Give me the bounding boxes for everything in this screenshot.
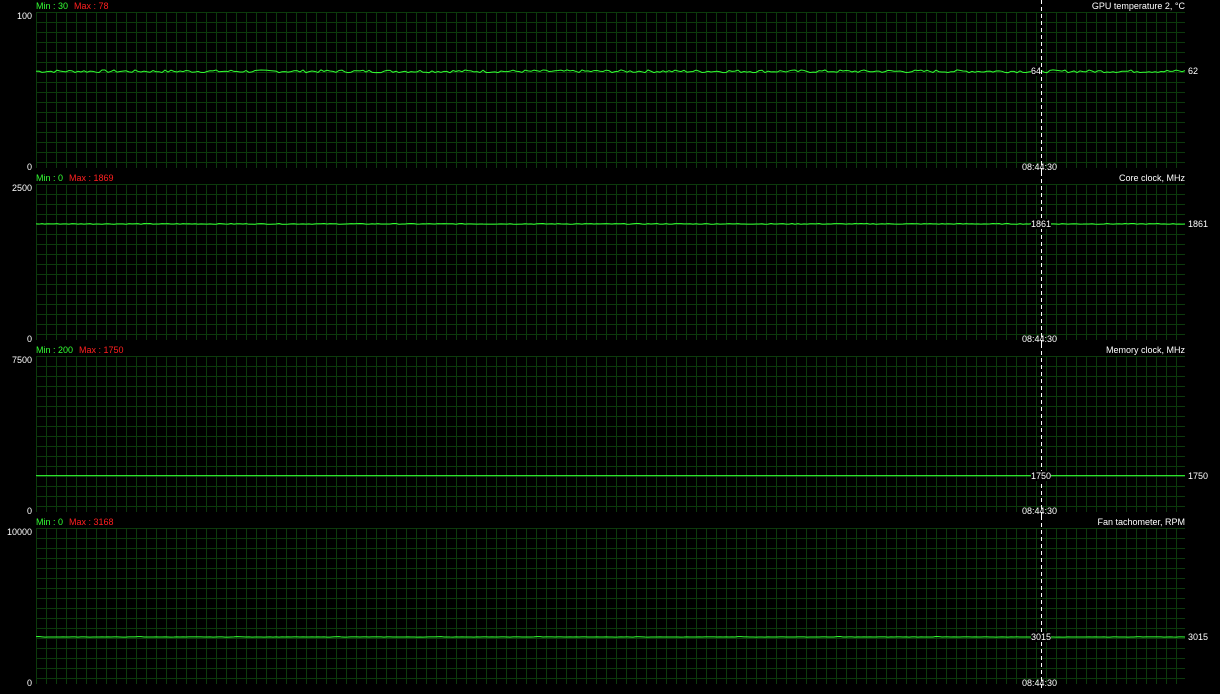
y-axis-max-label: 10000: [6, 527, 32, 537]
min-max-readout: Min : 30 Max : 78: [36, 1, 109, 11]
graph-trace: [35, 636, 1186, 638]
grid-lines: [36, 528, 1185, 684]
grid-lines: [36, 12, 1185, 168]
graph-panel-memory-clock[interactable]: Min : 200 Max : 1750 Memory clock, MHz 75…: [0, 344, 1220, 516]
max-value: Max : 78: [74, 1, 109, 11]
y-axis-max-label: 100: [16, 11, 32, 21]
graph-panel-gpu-temperature[interactable]: Min : 30 Max : 78 GPU temperature 2, °C 1…: [0, 0, 1220, 172]
cursor-time-label: 08:44:30: [1022, 506, 1058, 516]
y-axis-max-label: 2500: [11, 183, 32, 193]
y-axis-min-label: 0: [26, 678, 32, 688]
y-axis-min-label: 0: [26, 162, 32, 172]
cursor-value-label: 1750: [1031, 470, 1052, 481]
graph-panel-fan-tachometer[interactable]: Min : 0 Max : 3168 Fan tachometer, RPM 10…: [0, 516, 1220, 688]
grid-lines: [36, 356, 1185, 512]
max-value: Max : 3168: [69, 517, 114, 527]
min-max-readout: Min : 0 Max : 1869: [36, 173, 114, 183]
current-value-label: 1861: [1188, 218, 1209, 229]
max-value: Max : 1750: [79, 345, 124, 355]
graph-plot-area[interactable]: [35, 172, 1186, 344]
current-value-label: 3015: [1188, 631, 1209, 642]
current-value-label: 62: [1188, 66, 1199, 77]
y-axis-max-label: 7500: [11, 355, 32, 365]
graph-title: Fan tachometer, RPM: [1097, 517, 1185, 527]
min-value: Min : 200: [36, 345, 74, 355]
min-value: Min : 30: [36, 1, 69, 11]
min-max-readout: Min : 0 Max : 3168: [36, 517, 114, 527]
cursor-time-label: 08:44:30: [1022, 162, 1058, 172]
current-value-label: 1750: [1188, 470, 1209, 481]
cursor-value-label: 3015: [1031, 631, 1052, 642]
max-value: Max : 1869: [69, 173, 114, 183]
y-axis-min-label: 0: [26, 334, 32, 344]
min-value: Min : 0: [36, 517, 64, 527]
graph-plot-area[interactable]: [35, 0, 1186, 172]
graph-title: Memory clock, MHz: [1105, 345, 1185, 355]
graph-panel-core-clock[interactable]: Min : 0 Max : 1869 Core clock, MHz 2500 0…: [0, 172, 1220, 344]
grid-lines: [36, 184, 1185, 340]
graph-plot-area[interactable]: [36, 344, 1185, 516]
min-max-readout: Min : 200 Max : 1750: [36, 345, 124, 355]
cursor-time-label: 08:44:30: [1022, 678, 1058, 688]
graph-plot-area[interactable]: [35, 516, 1186, 688]
graph-title: Core clock, MHz: [1118, 173, 1185, 183]
graph-title: GPU temperature 2, °C: [1091, 1, 1185, 11]
cursor-value-label: 1861: [1031, 218, 1052, 229]
graph-trace: [35, 222, 1186, 225]
cursor-value-label: 64: [1031, 66, 1042, 77]
cursor-time-label: 08:44:30: [1022, 334, 1058, 344]
min-value: Min : 0: [36, 173, 64, 183]
y-axis-min-label: 0: [26, 506, 32, 516]
